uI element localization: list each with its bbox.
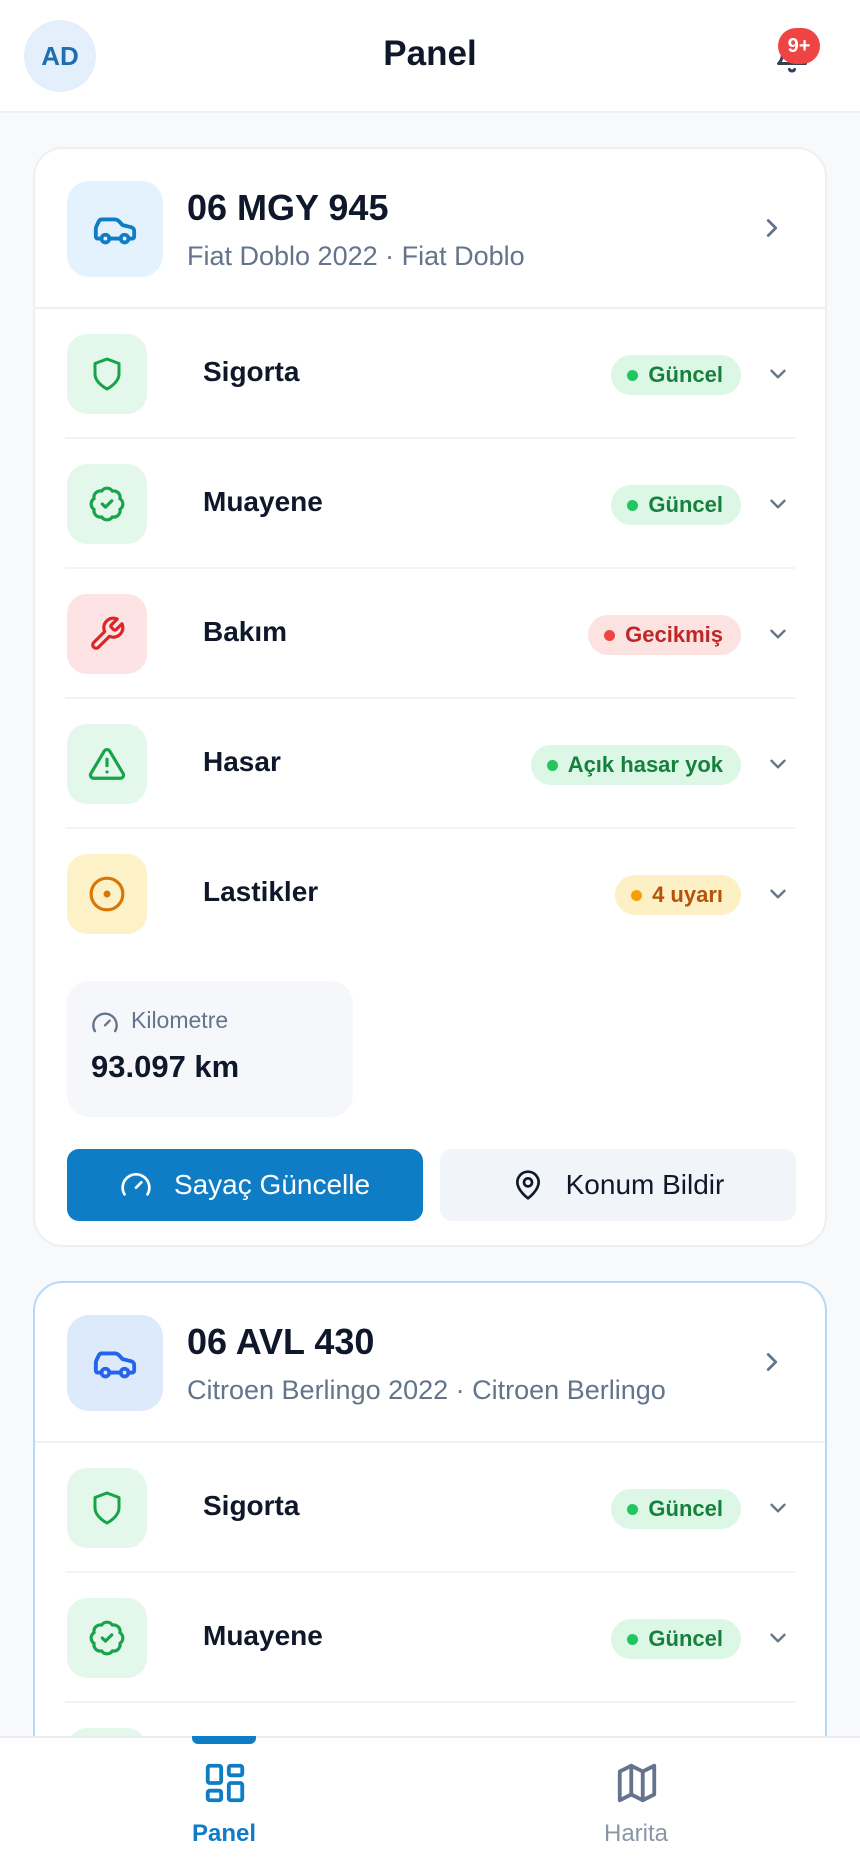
warning-triangle-icon bbox=[88, 748, 126, 780]
status-rows: Sigorta Güncel Muayene Güncel bbox=[35, 309, 825, 959]
status-badge: Gecikmiş bbox=[588, 615, 741, 655]
vehicle-plate: 06 MGY 945 bbox=[187, 187, 389, 228]
wrench-icon bbox=[91, 616, 125, 650]
row-bakim[interactable]: Bakım Gecikmiş bbox=[65, 569, 795, 699]
app-root: AD Panel 9+ 06 MGY 945 Fiat Doblo 2022 ·… bbox=[0, 0, 860, 1864]
vehicle-card-header[interactable]: 06 AVL 430 Citroen Berlingo 2022 · Citro… bbox=[35, 1283, 825, 1443]
odometer-label: Kilometre bbox=[131, 1007, 229, 1033]
status-text: 4 uyarı bbox=[652, 882, 723, 907]
chevron-down-icon[interactable] bbox=[765, 881, 791, 907]
row-icon-tile bbox=[67, 1468, 147, 1548]
status-badge: Güncel bbox=[611, 355, 741, 395]
car-icon-tile bbox=[67, 181, 163, 277]
status-dot bbox=[627, 369, 639, 381]
odometer-box: Kilometre 93.097 km bbox=[67, 981, 353, 1117]
status-text: Gecikmiş bbox=[625, 622, 723, 647]
row-muayene[interactable]: Muayene Güncel bbox=[65, 1573, 795, 1703]
shield-icon bbox=[93, 1491, 121, 1525]
row-sigorta[interactable]: Sigorta Güncel bbox=[65, 309, 795, 439]
status-rows: Sigorta Güncel Muayene Güncel bbox=[35, 1443, 825, 1736]
tab-label: Panel bbox=[191, 1820, 257, 1847]
vehicle-card: 06 AVL 430 Citroen Berlingo 2022 · Citro… bbox=[33, 1281, 827, 1736]
chevron-down-icon[interactable] bbox=[765, 361, 791, 387]
row-icon-tile bbox=[67, 1728, 147, 1736]
row-label: Hasar bbox=[203, 746, 281, 777]
row-label: Bakım bbox=[203, 616, 288, 647]
status-text: Güncel bbox=[648, 1496, 723, 1521]
status-dot bbox=[627, 499, 639, 511]
car-icon bbox=[93, 217, 137, 245]
report-location-button[interactable]: Konum Bildir bbox=[440, 1149, 796, 1221]
status-dot bbox=[604, 629, 616, 641]
status-text: Güncel bbox=[648, 492, 723, 517]
chevron-right-icon bbox=[766, 219, 778, 237]
chevron-down-icon[interactable] bbox=[765, 1495, 791, 1521]
row-icon-tile bbox=[67, 724, 147, 804]
report-location-label: Konum Bildir bbox=[565, 1169, 725, 1200]
vehicle-card: 06 MGY 945 Fiat Doblo 2022 · Fiat Doblo … bbox=[33, 147, 827, 1247]
gauge-icon bbox=[92, 1012, 118, 1033]
status-dot bbox=[631, 889, 643, 901]
status-badge: 4 uyarı bbox=[615, 875, 741, 915]
update-counter-button[interactable]: Sayaç Güncelle bbox=[67, 1149, 423, 1221]
tab-panel[interactable]: Panel bbox=[124, 1738, 324, 1864]
badge-check-icon bbox=[89, 1620, 125, 1656]
bottom-nav: Panel Harita bbox=[0, 1736, 860, 1864]
row-label: Sigorta bbox=[203, 1490, 300, 1521]
row-partial[interactable] bbox=[65, 1703, 795, 1736]
chevron-right-icon bbox=[766, 1353, 778, 1371]
status-dot bbox=[546, 759, 558, 771]
vehicle-list: 06 MGY 945 Fiat Doblo 2022 · Fiat Doblo … bbox=[0, 113, 860, 1736]
tire-icon bbox=[89, 876, 125, 912]
map-pin-icon bbox=[515, 1170, 540, 1200]
status-badge: Güncel bbox=[611, 485, 741, 525]
shield-icon bbox=[93, 357, 121, 391]
row-icon-tile bbox=[67, 854, 147, 934]
update-counter-label: Sayaç Güncelle bbox=[173, 1169, 371, 1200]
row-icon-tile bbox=[67, 334, 147, 414]
status-badge: Güncel bbox=[611, 1619, 741, 1659]
row-label: Lastikler bbox=[203, 876, 319, 907]
gauge-icon bbox=[121, 1173, 151, 1196]
row-label: Muayene bbox=[203, 486, 323, 517]
chevron-down-icon[interactable] bbox=[765, 751, 791, 777]
vehicle-plate: 06 AVL 430 bbox=[187, 1321, 375, 1362]
car-icon-tile bbox=[67, 1315, 163, 1411]
row-hasar[interactable]: Hasar Açık hasar yok bbox=[65, 699, 795, 829]
status-dot bbox=[627, 1503, 639, 1515]
row-label: Sigorta bbox=[203, 356, 300, 387]
row-sigorta[interactable]: Sigorta Güncel bbox=[65, 1443, 795, 1573]
status-dot bbox=[627, 1633, 639, 1645]
vehicle-model: Fiat Doblo 2022 · Fiat Doblo bbox=[187, 241, 525, 271]
chevron-down-icon[interactable] bbox=[765, 1625, 791, 1651]
grid-icon bbox=[205, 1763, 245, 1803]
status-text: Güncel bbox=[648, 1626, 723, 1651]
notification-badge: 9+ bbox=[778, 28, 820, 64]
vehicle-card-header[interactable]: 06 MGY 945 Fiat Doblo 2022 · Fiat Doblo bbox=[35, 149, 825, 309]
status-text: Güncel bbox=[648, 362, 723, 387]
badge-check-icon bbox=[89, 486, 125, 522]
status-badge: Açık hasar yok bbox=[530, 745, 741, 785]
car-icon bbox=[93, 1351, 137, 1379]
tab-harita[interactable]: Harita bbox=[536, 1738, 736, 1864]
row-icon-tile bbox=[67, 594, 147, 674]
row-icon-tile bbox=[67, 1598, 147, 1678]
status-badge: Güncel bbox=[611, 1489, 741, 1529]
row-icon-tile bbox=[67, 464, 147, 544]
tab-label: Harita bbox=[603, 1820, 669, 1847]
chevron-down-icon[interactable] bbox=[765, 621, 791, 647]
row-muayene[interactable]: Muayene Güncel bbox=[65, 439, 795, 569]
chevron-down-icon[interactable] bbox=[765, 491, 791, 517]
vehicle-model: Citroen Berlingo 2022 · Citroen Berlingo bbox=[187, 1375, 666, 1405]
top-bar: AD Panel 9+ bbox=[0, 0, 860, 113]
page-title: Panel bbox=[383, 34, 477, 73]
row-lastikler[interactable]: Lastikler 4 uyarı bbox=[65, 829, 795, 959]
odometer-value: 93.097 km bbox=[91, 1049, 240, 1084]
map-icon bbox=[617, 1763, 657, 1803]
row-label: Muayene bbox=[203, 1620, 323, 1651]
status-text: Açık hasar yok bbox=[567, 752, 723, 777]
